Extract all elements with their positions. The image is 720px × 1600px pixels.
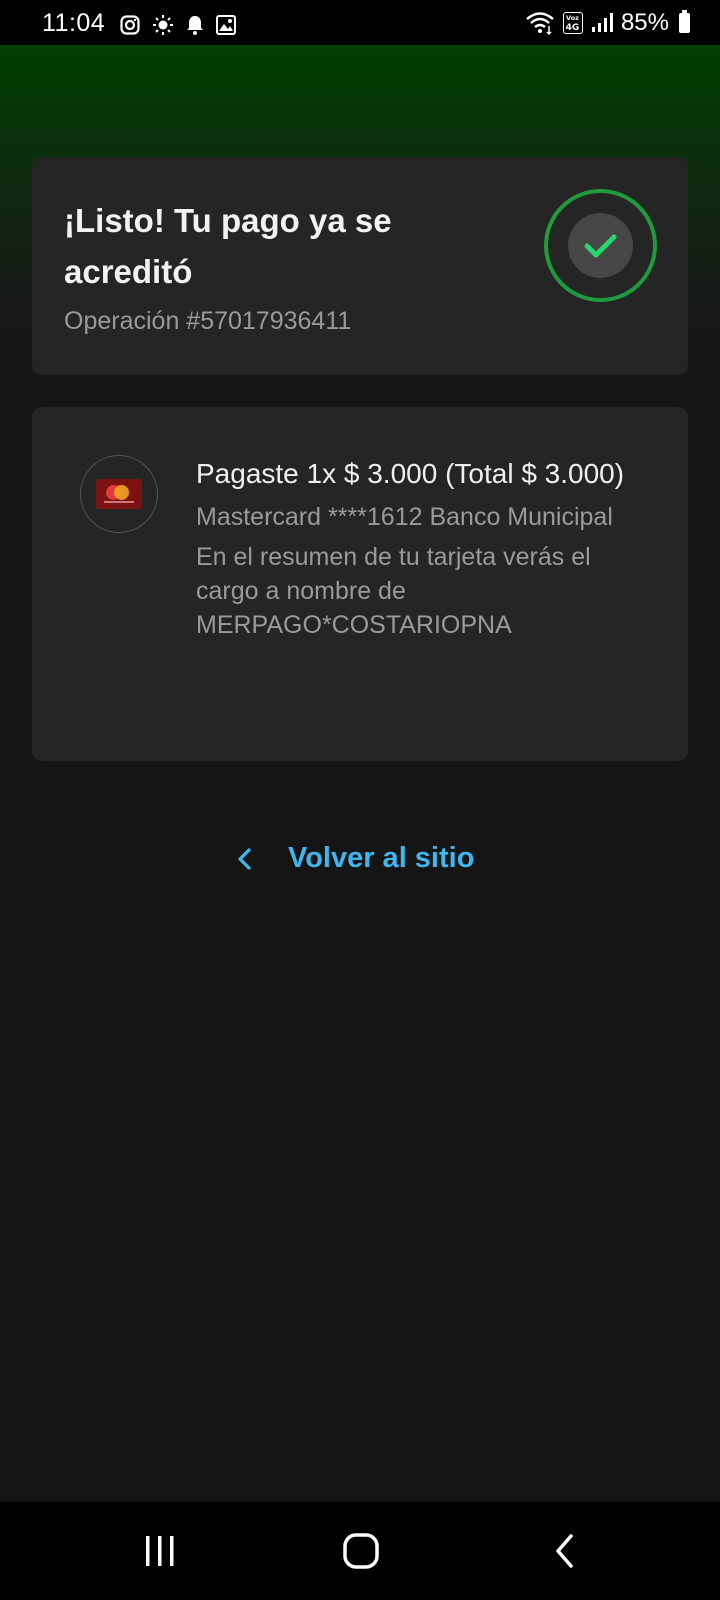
payment-details-card: Pagaste 1x $ 3.000 (Total $ 3.000) Maste… bbox=[32, 407, 688, 761]
back-to-site-label: Volver al sitio bbox=[288, 842, 475, 874]
battery-percentage: 85% bbox=[620, 9, 669, 36]
svg-text:4G: 4G bbox=[566, 23, 580, 32]
payment-method-avatar bbox=[80, 455, 158, 533]
success-title: ¡Listo! Tu pago ya se acreditó bbox=[64, 202, 392, 290]
payment-success-screen: 11:04 Voz 4G 85% ¡Listo! Tu pago ya se a… bbox=[0, 0, 720, 1600]
home-icon bbox=[343, 1533, 379, 1569]
statement-note: En el resumen de tu tarjeta verás el car… bbox=[196, 543, 591, 639]
chevron-left-icon bbox=[238, 847, 251, 870]
system-status-icons: Voz 4G 85% bbox=[525, 9, 690, 37]
battery-icon bbox=[679, 10, 690, 33]
svg-text:Voz: Voz bbox=[566, 14, 579, 22]
status-bar: 11:04 Voz 4G 85% bbox=[0, 0, 720, 45]
card-info: Mastercard ****1612 Banco Municipal bbox=[196, 503, 613, 531]
instagram-icon bbox=[120, 15, 140, 35]
mastercard-icon bbox=[96, 479, 142, 509]
brightness-icon bbox=[153, 15, 173, 35]
wifi-icon bbox=[526, 12, 554, 35]
back-arrow-icon bbox=[556, 1534, 573, 1568]
bell-icon bbox=[187, 16, 203, 35]
payment-amount: Pagaste 1x $ 3.000 (Total $ 3.000) bbox=[196, 458, 625, 489]
signal-icon bbox=[591, 13, 613, 32]
volte-4g-icon: Voz 4G bbox=[562, 12, 583, 34]
recent-apps-button[interactable] bbox=[135, 1530, 185, 1572]
success-card: ¡Listo! Tu pago ya se acreditó Operación… bbox=[32, 157, 688, 375]
system-back-button[interactable] bbox=[540, 1530, 590, 1572]
check-icon bbox=[568, 213, 633, 278]
operation-number: Operación #57017936411 bbox=[64, 307, 352, 335]
back-to-site-link[interactable]: Volver al sitio bbox=[232, 842, 474, 875]
payment-info: Pagaste 1x $ 3.000 (Total $ 3.000) Maste… bbox=[196, 455, 651, 642]
gallery-icon bbox=[216, 15, 236, 35]
system-nav-bar bbox=[0, 1502, 720, 1600]
success-status-ring bbox=[544, 189, 657, 302]
home-button[interactable] bbox=[336, 1530, 386, 1572]
status-time: 11:04 bbox=[42, 9, 106, 37]
notification-icons bbox=[120, 14, 236, 36]
recent-apps-icon bbox=[146, 1536, 174, 1566]
